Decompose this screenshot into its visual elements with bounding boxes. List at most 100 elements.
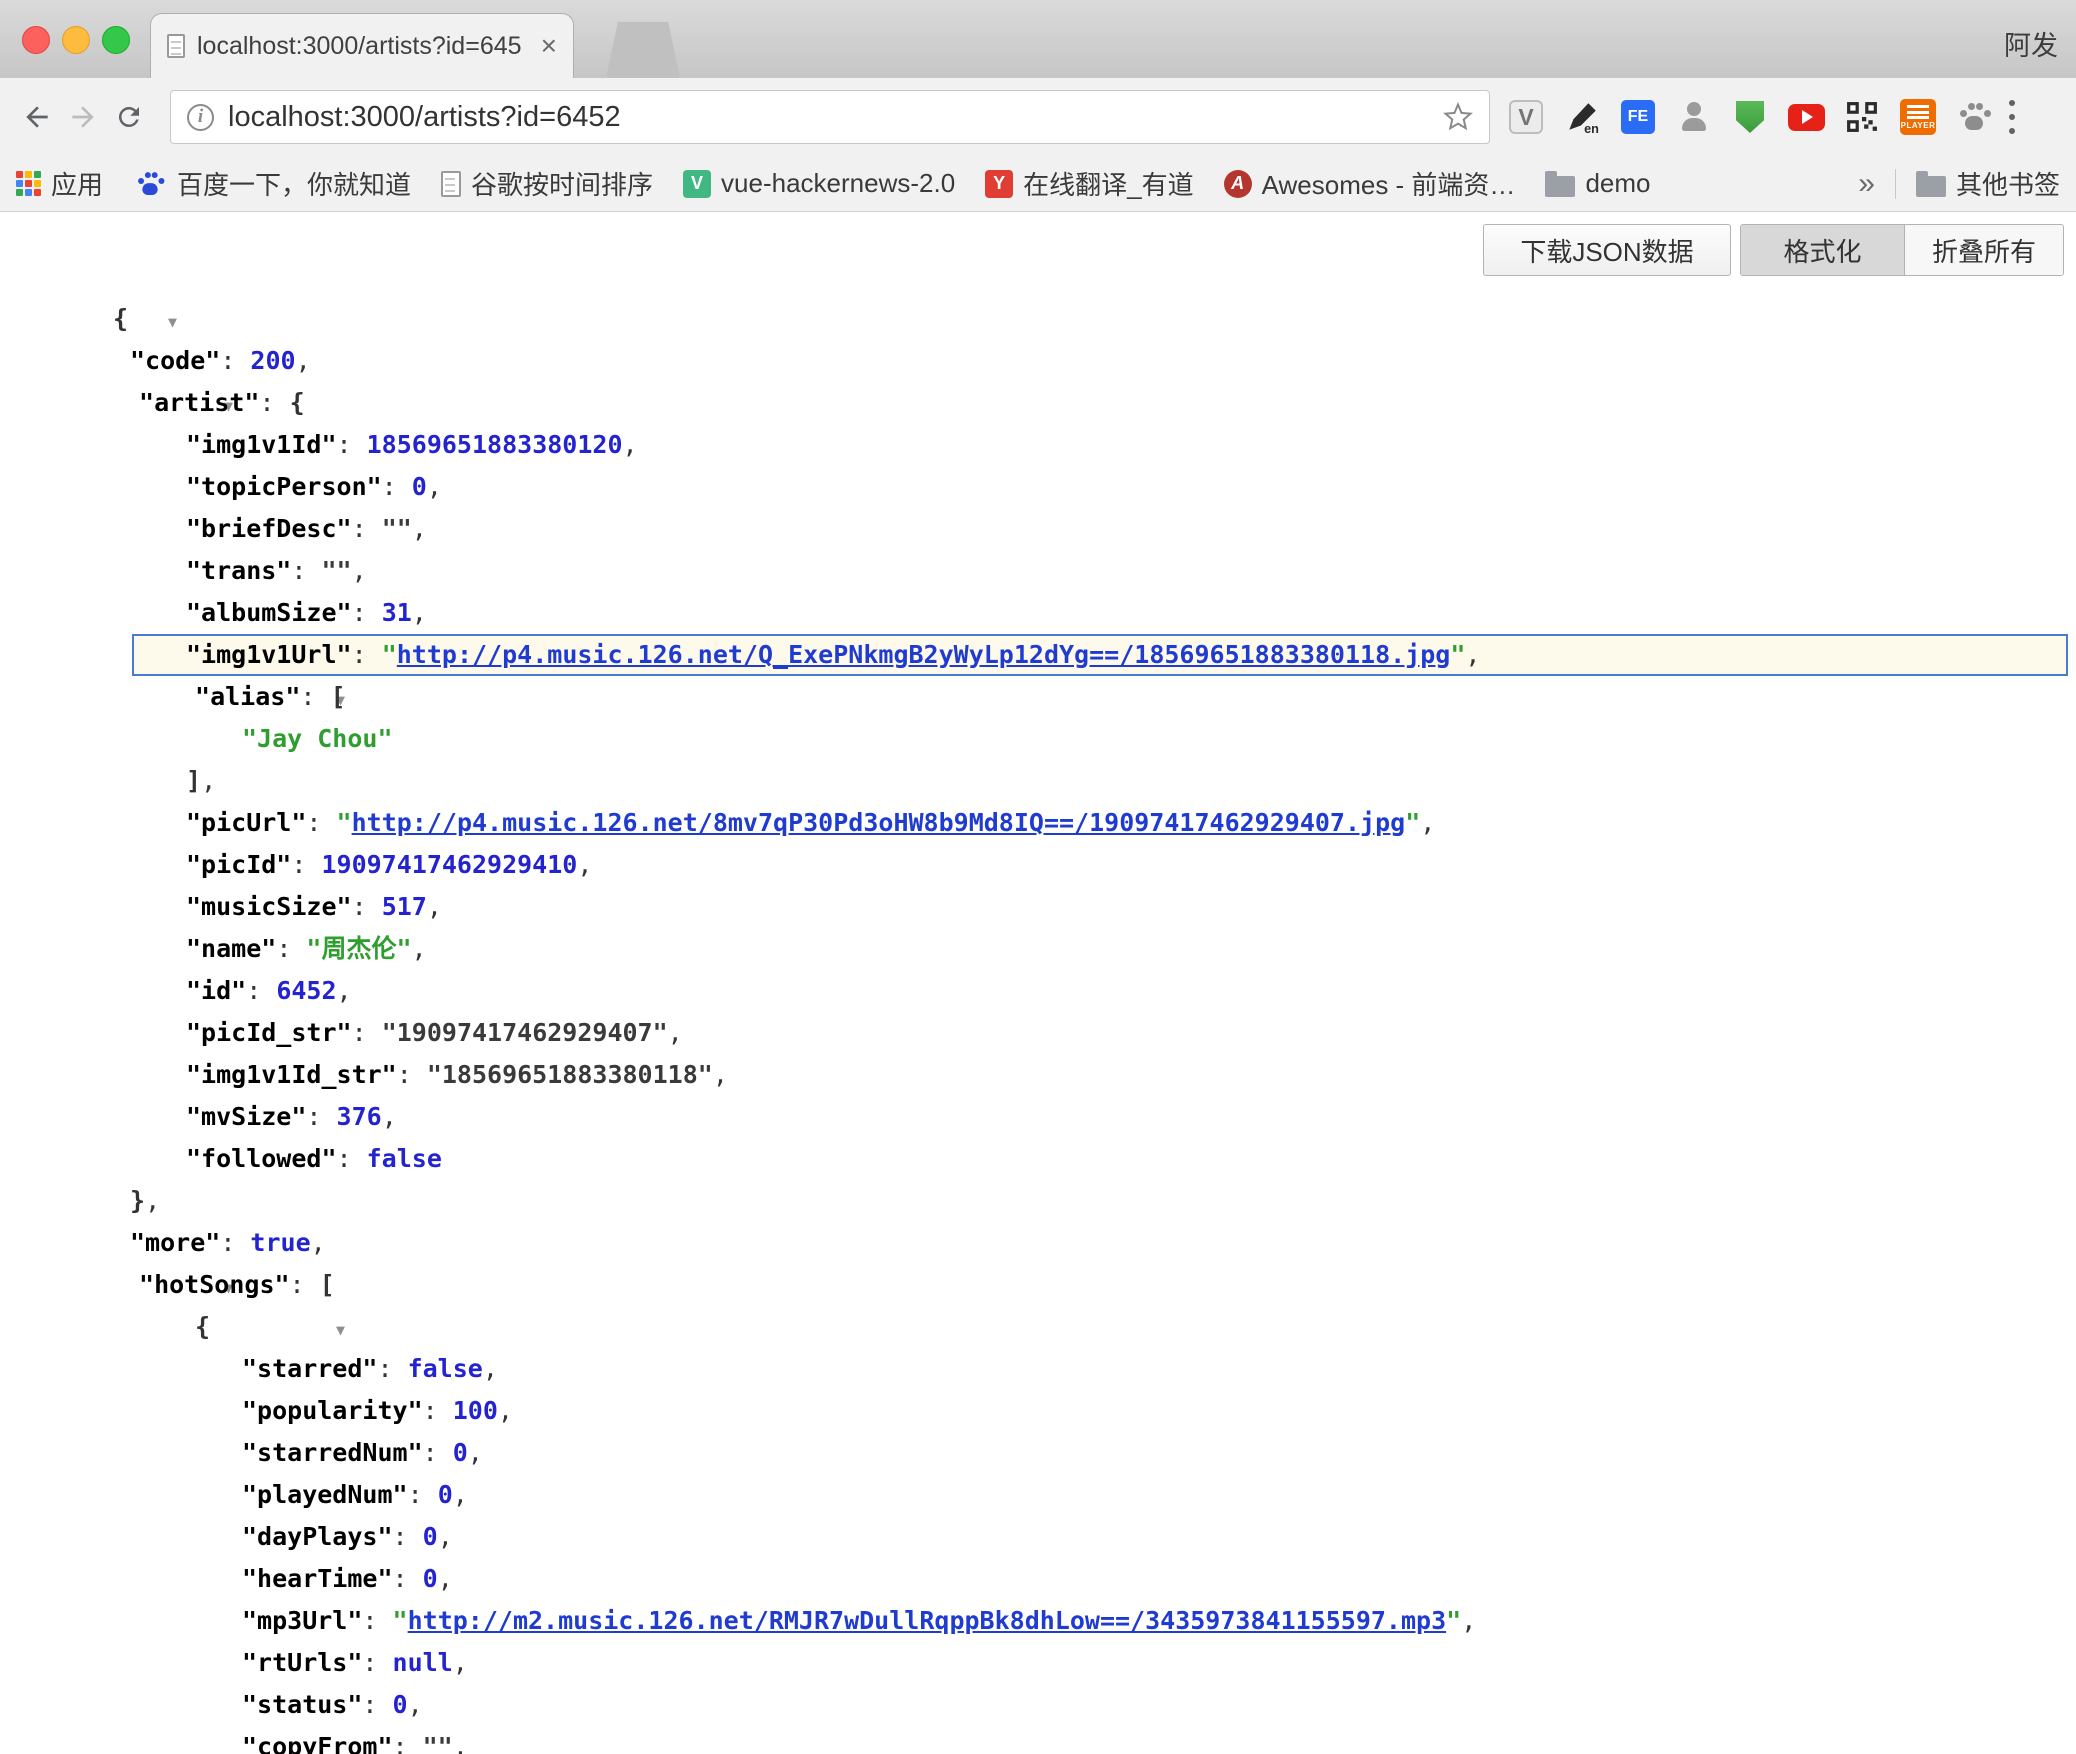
bookmark-item-apps[interactable]: 应用 xyxy=(16,165,103,202)
json-string: "19097417462929407" xyxy=(382,1018,668,1047)
json-punctuation: , xyxy=(438,1522,453,1551)
json-punctuation: , xyxy=(438,1564,453,1593)
json-brace: ] xyxy=(186,766,201,795)
forward-button[interactable] xyxy=(60,89,106,145)
qrcode-extension-button[interactable] xyxy=(1842,95,1882,139)
youtube-extension-button[interactable] xyxy=(1786,95,1826,139)
json-number: 31 xyxy=(382,598,412,627)
page-info-icon[interactable] xyxy=(187,104,214,131)
json-punctuation: : xyxy=(423,1438,453,1467)
bookmark-item-awesomes[interactable]: A Awesomes - 前端资… xyxy=(1224,165,1516,202)
player-extension-button[interactable]: PLAYER xyxy=(1898,95,1938,139)
bookmark-item-demo[interactable]: demo xyxy=(1545,168,1650,199)
new-tab-button[interactable] xyxy=(606,22,680,78)
json-key: "more" xyxy=(130,1228,220,1257)
player-bars xyxy=(1907,105,1929,119)
fe-extension-button[interactable]: FE xyxy=(1618,95,1658,139)
format-button[interactable]: 格式化 xyxy=(1741,225,1905,275)
json-link[interactable]: http://m2.music.126.net/RMJR7wDullRqppBk… xyxy=(408,1606,1447,1635)
folder-icon xyxy=(1916,176,1946,197)
translate-pen-extension-button[interactable]: en xyxy=(1562,95,1602,139)
omnibox[interactable] xyxy=(170,90,1490,144)
json-punctuation: , xyxy=(408,1690,423,1719)
bookmarks-overflow-button[interactable]: » xyxy=(1858,167,1875,201)
bookmark-star-icon[interactable] xyxy=(1443,102,1473,132)
bookmark-item-google-sort[interactable]: 谷歌按时间排序 xyxy=(441,165,653,202)
shield-extension-button[interactable] xyxy=(1730,95,1770,139)
json-punctuation: , xyxy=(427,472,442,501)
json-number: 0 xyxy=(453,1438,468,1467)
json-row: ▼"artist": { xyxy=(0,382,2076,424)
browser-menu-button[interactable] xyxy=(2008,100,2016,134)
json-row: "starredNum": 0, xyxy=(0,1432,2076,1474)
json-punctuation: , xyxy=(412,598,427,627)
json-number: false xyxy=(367,1144,442,1173)
json-number: 0 xyxy=(412,472,427,501)
json-punctuation: , xyxy=(296,346,311,375)
json-number: 376 xyxy=(337,1102,382,1131)
other-bookmarks-label: 其他书签 xyxy=(1956,165,2060,202)
json-row: "copyFrom": "", xyxy=(0,1726,2076,1754)
json-row: "status": 0, xyxy=(0,1684,2076,1726)
json-row: "code": 200, xyxy=(0,340,2076,382)
forward-arrow-icon xyxy=(67,101,99,133)
json-key: "copyFrom" xyxy=(242,1732,393,1754)
json-punctuation: , xyxy=(311,1228,326,1257)
json-key: "code" xyxy=(130,346,220,375)
bookmarks-right-section: » 其他书签 xyxy=(1858,165,2060,202)
json-link[interactable]: http://p4.music.126.net/8mv7qP30Pd3oHW8b… xyxy=(352,808,1406,837)
bookmark-item-baidu[interactable]: 百度一下，你就知道 xyxy=(133,165,411,202)
vimium-extension-button[interactable]: V xyxy=(1506,95,1546,139)
json-punctuation: : xyxy=(337,1144,367,1173)
reload-button[interactable] xyxy=(106,89,152,145)
json-punctuation: : xyxy=(362,1648,392,1677)
json-row: ▼"hotSongs": [ xyxy=(0,1264,2076,1306)
other-bookmarks-button[interactable]: 其他书签 xyxy=(1916,165,2060,202)
json-punctuation: : xyxy=(337,430,367,459)
bookmark-label: 谷歌按时间排序 xyxy=(471,165,653,202)
zoom-window-button[interactable] xyxy=(102,26,130,54)
json-link[interactable]: http://p4.music.126.net/Q_ExePNkmgB2yWyL… xyxy=(397,640,1451,669)
json-punctuation: , xyxy=(1461,1606,1476,1635)
json-key: "hotSongs" xyxy=(139,1270,290,1299)
json-punctuation: : xyxy=(352,598,382,627)
json-punctuation: : xyxy=(352,640,382,669)
json-punctuation: : xyxy=(362,1690,392,1719)
browser-tab[interactable]: localhost:3000/artists?id=645 × xyxy=(150,13,574,78)
profile-name[interactable]: 阿发 xyxy=(2004,24,2058,63)
json-punctuation: : xyxy=(276,934,306,963)
json-row: "hearTime": 0, xyxy=(0,1558,2076,1600)
json-punctuation: : xyxy=(423,1396,453,1425)
json-punctuation: , xyxy=(382,1102,397,1131)
collapse-arrow-icon[interactable]: ▼ xyxy=(336,1321,345,1339)
json-number: null xyxy=(393,1648,453,1677)
json-key: "playedNum" xyxy=(242,1480,408,1509)
back-button[interactable] xyxy=(14,89,60,145)
paw-extension-button[interactable] xyxy=(1954,95,1994,139)
person-extension-button[interactable] xyxy=(1674,95,1714,139)
minimize-window-button[interactable] xyxy=(62,26,90,54)
json-punctuation: , xyxy=(337,976,352,1005)
close-window-button[interactable] xyxy=(22,26,50,54)
json-brace: [ xyxy=(320,1270,335,1299)
bookmark-item-youdao[interactable]: Y 在线翻译_有道 xyxy=(985,165,1193,202)
json-row: "starred": false, xyxy=(0,1348,2076,1390)
tab-close-icon[interactable]: × xyxy=(541,32,557,60)
json-punctuation: , xyxy=(498,1396,513,1425)
bookmark-item-vue-hackernews[interactable]: V vue-hackernews-2.0 xyxy=(683,168,955,199)
json-key: "starred" xyxy=(242,1354,377,1383)
json-key: "status" xyxy=(242,1690,362,1719)
download-json-button[interactable]: 下载JSON数据 xyxy=(1483,224,1731,276)
json-row: "id": 6452, xyxy=(0,970,2076,1012)
collapse-all-button[interactable]: 折叠所有 xyxy=(1905,225,2063,275)
json-row: ▼{ xyxy=(0,298,2076,340)
url-input[interactable] xyxy=(228,101,1429,134)
json-number: 0 xyxy=(393,1690,408,1719)
collapse-arrow-icon[interactable]: ▼ xyxy=(168,313,177,331)
json-punctuation: : xyxy=(291,850,321,879)
json-row: "img1v1Id": 18569651883380120, xyxy=(0,424,2076,466)
json-punctuation: : xyxy=(382,472,412,501)
json-brace: [ xyxy=(331,682,346,711)
bookmark-label: 应用 xyxy=(51,165,103,202)
json-punctuation: , xyxy=(1465,640,1480,669)
